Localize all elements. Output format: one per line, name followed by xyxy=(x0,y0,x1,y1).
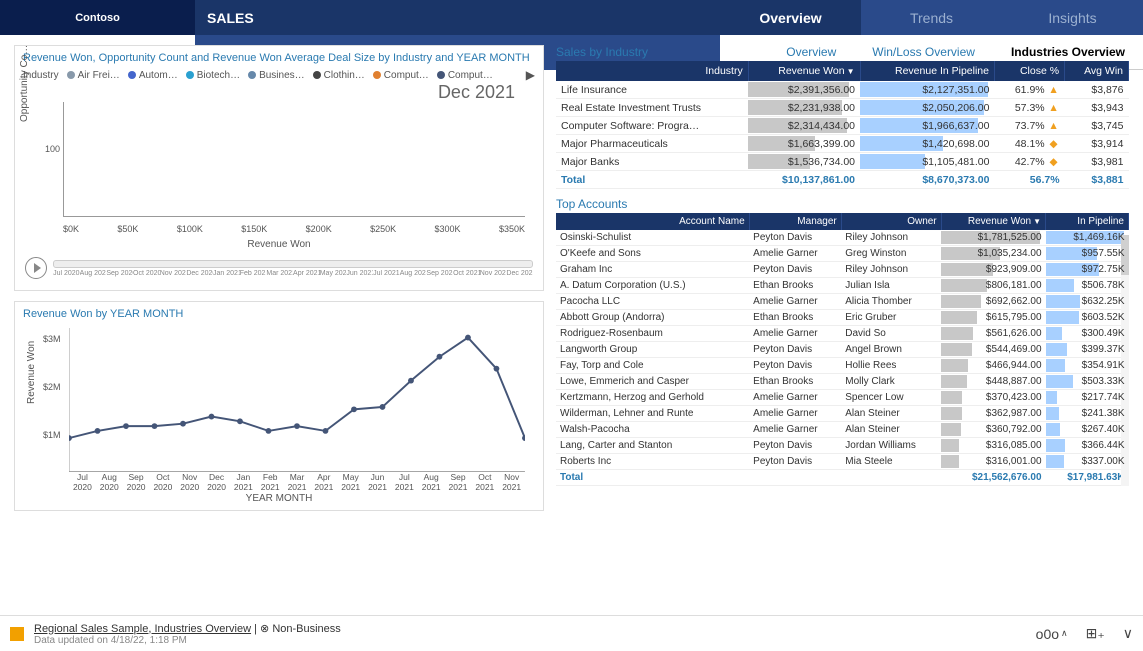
table-row[interactable]: Life Insurance$2,391,356.00$2,127,351.00… xyxy=(556,81,1129,99)
table-row[interactable]: Graham IncPeyton DavisRiley Johnson$923,… xyxy=(556,262,1129,278)
line-ytick-3m: $3M xyxy=(43,334,61,344)
line-ylabel: Revenue Won xyxy=(26,341,37,404)
main-tab-trends[interactable]: Trends xyxy=(861,0,1002,35)
expand-button[interactable]: ∨ xyxy=(1123,625,1133,642)
legend-item[interactable]: Comput… xyxy=(373,70,429,81)
kpi-indicator-icon: ▲ xyxy=(1048,120,1060,132)
table-row[interactable]: Major Banks$1,536,734.00$1,105,481.0042.… xyxy=(556,153,1129,171)
line-xlabel: YEAR MONTH xyxy=(23,493,535,504)
table-row[interactable]: Rodriguez-RosenbaumAmelie GarnerDavid So… xyxy=(556,326,1129,342)
kpi-indicator-icon: ▲ xyxy=(1048,84,1060,96)
brand-logo: Contoso xyxy=(0,0,195,35)
scatter-card: Revenue Won, Opportunity Count and Reven… xyxy=(14,45,544,291)
line-ytick-1m: $1M xyxy=(43,430,61,440)
table-row[interactable]: Lowe, Emmerich and CasperEthan BrooksMol… xyxy=(556,374,1129,390)
industry-table[interactable]: IndustryRevenue Won▼Revenue In PipelineC… xyxy=(556,61,1129,189)
legend-dot-icon xyxy=(373,71,381,79)
legend-dot-icon xyxy=(67,71,75,79)
legend-item[interactable]: Autom… xyxy=(128,70,178,81)
line-card: Revenue Won by YEAR MONTH Revenue Won $3… xyxy=(14,301,544,511)
col-header[interactable]: Revenue Won▼ xyxy=(941,213,1045,230)
legend-item[interactable]: Comput… xyxy=(437,70,493,81)
accounts-section: Top Accounts Account NameManagerOwnerRev… xyxy=(556,197,1129,486)
col-header[interactable]: Owner xyxy=(841,213,941,230)
main-tab-overview[interactable]: Overview xyxy=(720,0,861,35)
table-total-row: Total$10,137,861.00$8,670,373.0056.7%$3,… xyxy=(556,171,1129,189)
line-title: Revenue Won by YEAR MONTH xyxy=(23,308,535,320)
table-row[interactable]: Walsh-PacochaAmelie GarnerAlan Steiner$3… xyxy=(556,422,1129,438)
kpi-indicator-icon: ◆ xyxy=(1048,156,1060,168)
table-row[interactable]: Abbott Group (Andorra)Ethan BrooksEric G… xyxy=(556,310,1129,326)
table-row[interactable]: Pacocha LLCAmelie GarnerAlicia Thomber$6… xyxy=(556,294,1129,310)
table-row[interactable]: Osinski-SchulistPeyton DavisRiley Johnso… xyxy=(556,230,1129,246)
chart-view-button[interactable]: o0o ∧ xyxy=(1036,626,1068,642)
table-row[interactable]: O'Keefe and SonsAmelie GarnerGreg Winsto… xyxy=(556,246,1129,262)
legend-dot-icon xyxy=(128,71,136,79)
table-row[interactable]: Kertzmann, Herzog and GerholdAmelie Garn… xyxy=(556,390,1129,406)
scatter-xlabel: Revenue Won xyxy=(23,239,535,250)
sensitivity-label: Non-Business xyxy=(272,623,340,635)
industry-title: Sales by Industry xyxy=(556,45,1129,59)
table-row[interactable]: Major Pharmaceuticals$1,663,399.00$1,420… xyxy=(556,135,1129,153)
industry-section: Sales by Industry IndustryRevenue Won▼Re… xyxy=(556,45,1129,189)
accounts-table[interactable]: Account NameManagerOwnerRevenue Won▼In P… xyxy=(556,213,1129,486)
legend-item[interactable]: Busines… xyxy=(248,70,305,81)
col-header[interactable]: Revenue In Pipeline xyxy=(860,61,994,81)
table-row[interactable]: Roberts IncPeyton DavisMia Steele$316,00… xyxy=(556,454,1129,470)
table-row[interactable]: Computer Software: Progra…$2,314,434.00$… xyxy=(556,117,1129,135)
table-row[interactable]: Fay, Torp and ColePeyton DavisHollie Ree… xyxy=(556,358,1129,374)
table-row[interactable]: Wilderman, Lehner and RunteAmelie Garner… xyxy=(556,406,1129,422)
powerbi-icon xyxy=(10,627,24,641)
legend-dot-icon xyxy=(313,71,321,79)
col-header[interactable]: Avg Win xyxy=(1065,61,1129,81)
legend-item[interactable]: Clothin… xyxy=(313,70,365,81)
report-link[interactable]: Regional Sales Sample, Industries Overvi… xyxy=(34,623,251,635)
col-header[interactable]: Industry xyxy=(556,61,748,81)
scatter-ytick: 100 xyxy=(45,144,60,154)
line-ytick-2m: $2M xyxy=(43,382,61,392)
scatter-ylabel: Opportunity Co… xyxy=(19,45,30,122)
line-svg xyxy=(69,328,525,472)
updated-label: Data updated on 4/18/22, 1:18 PM xyxy=(34,635,341,646)
col-header[interactable]: Account Name xyxy=(556,213,749,230)
main-tab-insights[interactable]: Insights xyxy=(1002,0,1143,35)
footer: Regional Sales Sample, Industries Overvi… xyxy=(0,615,1143,651)
table-row[interactable]: Lang, Carter and StantonPeyton DavisJord… xyxy=(556,438,1129,454)
grid-add-button[interactable]: ⊞₊ xyxy=(1086,625,1105,642)
legend-item[interactable]: Biotech… xyxy=(186,70,240,81)
app-title: SALES xyxy=(195,0,720,35)
play-button[interactable] xyxy=(25,257,47,279)
table-total-row: Total$21,562,676.00$17,981.63K xyxy=(556,470,1129,486)
kpi-indicator-icon: ◆ xyxy=(1048,138,1060,150)
timeline-slider[interactable]: Jul 2020Aug 2020Sep 2020Oct 2020Nov 2020… xyxy=(53,256,533,280)
col-header[interactable]: In Pipeline xyxy=(1046,213,1129,230)
scatter-date-label: Dec 2021 xyxy=(438,82,515,103)
legend-dot-icon xyxy=(437,71,445,79)
col-header[interactable]: Close % xyxy=(994,61,1064,81)
legend-scroll-right-icon[interactable]: ▶ xyxy=(526,68,535,82)
accounts-title: Top Accounts xyxy=(556,197,1129,211)
table-row[interactable]: A. Datum Corporation (U.S.)Ethan BrooksJ… xyxy=(556,278,1129,294)
legend-dot-icon xyxy=(186,71,194,79)
table-row[interactable]: Langworth GroupPeyton DavisAngel Brown$5… xyxy=(556,342,1129,358)
scatter-title: Revenue Won, Opportunity Count and Reven… xyxy=(23,52,535,64)
legend-item[interactable]: Air Frei… xyxy=(67,70,120,81)
scatter-chart[interactable]: Dec 2021 Opportunity Co… 100 $0K$50K$100… xyxy=(23,82,535,252)
line-chart[interactable]: Revenue Won $3M $2M $1M Jul2020Aug2020Se… xyxy=(23,324,535,504)
table-row[interactable]: Real Estate Investment Trusts$2,231,938.… xyxy=(556,99,1129,117)
col-header[interactable]: Revenue Won▼ xyxy=(748,61,860,81)
col-header[interactable]: Manager xyxy=(749,213,841,230)
legend-dot-icon xyxy=(248,71,256,79)
kpi-indicator-icon: ▲ xyxy=(1048,102,1060,114)
sensitivity-icon: ⊗ xyxy=(260,623,269,635)
